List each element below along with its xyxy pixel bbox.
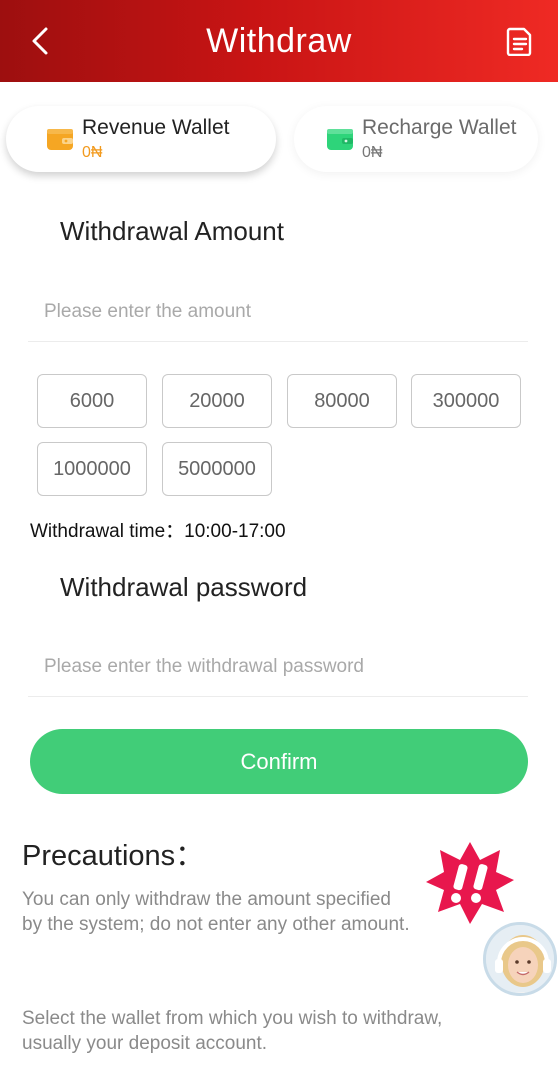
wallet-balance: 0₦ xyxy=(82,144,103,161)
wallet-selector: Revenue Wallet 0₦ Recharge Wallet 0₦ xyxy=(0,106,558,178)
precaution-item: You can only withdraw the amount specifi… xyxy=(22,889,410,935)
precautions-title: Precautions： xyxy=(22,840,205,872)
wallet-tab-revenue[interactable]: Revenue Wallet 0₦ xyxy=(6,106,276,172)
password-input-row xyxy=(28,637,528,697)
wallet-icon xyxy=(327,129,353,150)
password-input[interactable] xyxy=(28,655,528,678)
wallet-tab-recharge[interactable]: Recharge Wallet 0₦ xyxy=(294,106,538,172)
withdraw-record-button[interactable] xyxy=(506,26,534,57)
customer-service-avatar[interactable] xyxy=(483,922,557,996)
wallet-name: Recharge Wallet xyxy=(362,116,517,139)
amount-option[interactable]: 300000 xyxy=(411,374,521,428)
amount-section-title: Withdrawal Amount xyxy=(60,216,284,246)
confirm-button[interactable]: Confirm xyxy=(30,729,528,794)
amount-option[interactable]: 1000000 xyxy=(37,442,147,496)
amount-input[interactable] xyxy=(28,300,528,323)
chevron-left-icon xyxy=(32,27,48,55)
app-header: Withdraw xyxy=(0,0,558,82)
amount-input-row xyxy=(28,282,528,342)
amount-option[interactable]: 6000 xyxy=(37,374,147,428)
wallet-name: Revenue Wallet xyxy=(82,116,230,139)
support-agent-icon xyxy=(486,925,554,993)
amount-option[interactable]: 20000 xyxy=(162,374,272,428)
amount-option[interactable]: 5000000 xyxy=(162,442,272,496)
document-icon xyxy=(506,27,532,57)
back-button[interactable] xyxy=(24,24,56,58)
wallet-icon xyxy=(47,129,73,150)
alert-burst-icon xyxy=(426,842,514,924)
withdrawal-time: Withdrawal time：10:00-17:00 xyxy=(30,521,286,542)
wallet-balance: 0₦ xyxy=(362,144,383,161)
password-section-title: Withdrawal password xyxy=(60,572,308,602)
page-title: Withdraw xyxy=(206,21,352,60)
precaution-item: Select the wallet from which you wish to… xyxy=(22,1008,443,1054)
amount-option[interactable]: 80000 xyxy=(287,374,397,428)
